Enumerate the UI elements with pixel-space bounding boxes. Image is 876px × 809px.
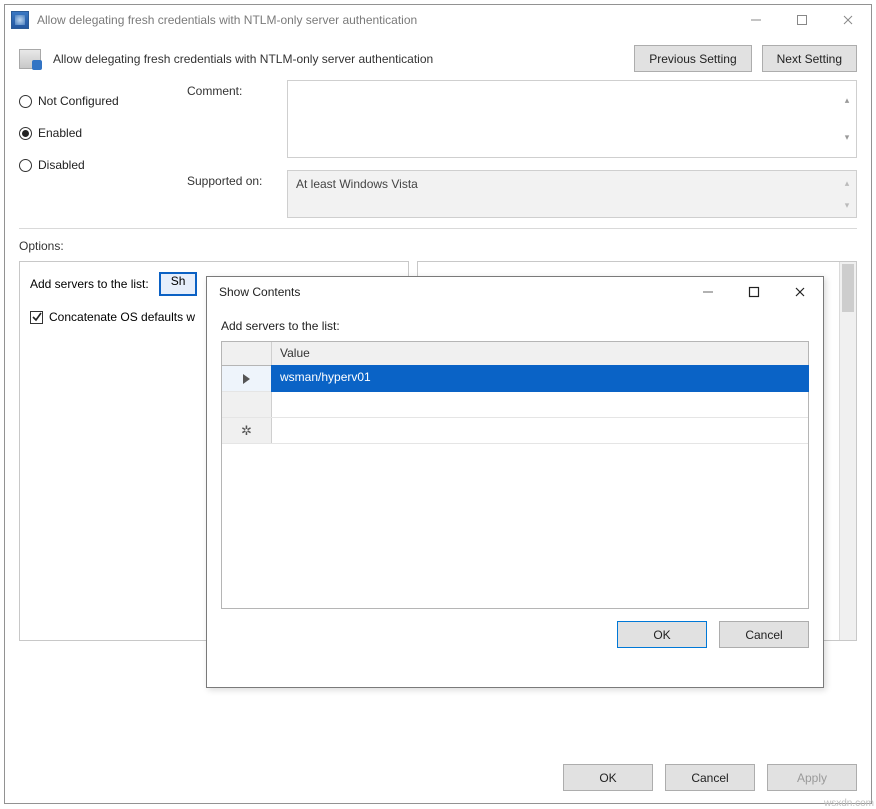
row-header-cell [222,366,272,391]
grid-row[interactable]: wsman/hyperv01 [222,366,808,392]
radio-enabled[interactable]: Enabled [19,126,177,140]
grid-cell[interactable] [272,392,808,417]
dialog-titlebar: Show Contents [207,277,823,307]
grid-cell[interactable] [272,418,808,443]
right-column: Comment: ▴▾ Supported on: At least Windo… [187,80,857,218]
grid-row[interactable] [222,392,808,418]
comment-label: Comment: [187,80,287,98]
watermark: wsxdn.com [824,798,874,809]
dialog-cancel-button[interactable]: Cancel [719,621,809,648]
dialog-close-button[interactable] [777,277,823,307]
textarea-scroll[interactable]: ▴▾ [839,82,855,156]
checkbox-icon [30,311,43,324]
radio-not-configured[interactable]: Not Configured [19,94,177,108]
apply-button[interactable]: Apply [767,764,857,791]
window-buttons [733,5,871,35]
radio-label: Enabled [38,126,82,140]
dialog-list-label: Add servers to the list: [221,319,809,333]
dialog-body: Add servers to the list: Value wsman/hyp… [207,307,823,609]
policy-file-icon [19,49,41,69]
radio-disabled[interactable]: Disabled [19,158,177,172]
grid-row[interactable]: ✲ [222,418,808,444]
dialog-footer: OK Cancel Apply [563,764,857,791]
ok-button[interactable]: OK [563,764,653,791]
divider [19,228,857,229]
supported-on-box: At least Windows Vista ▴▾ [287,170,857,218]
dialog-ok-button[interactable]: OK [617,621,707,648]
grid-corner-cell [222,342,272,365]
show-contents-dialog: Show Contents Add servers to the list: V… [206,276,824,688]
row-header-cell: ✲ [222,418,272,443]
grid-column-header[interactable]: Value [272,342,808,365]
new-row-icon: ✲ [241,423,252,439]
policy-icon [11,11,29,29]
concatenate-label: Concatenate OS defaults w [49,310,195,324]
help-scrollbar[interactable] [839,262,856,640]
radio-icon [19,127,32,140]
dialog-footer: OK Cancel [207,609,823,660]
value-grid[interactable]: Value wsman/hyperv01 ✲ [221,341,809,609]
maximize-button[interactable] [779,5,825,35]
supported-scroll: ▴▾ [839,172,855,216]
radio-label: Not Configured [38,94,119,108]
close-button[interactable] [825,5,871,35]
supported-label: Supported on: [187,170,287,188]
cancel-button[interactable]: Cancel [665,764,755,791]
config-row: Not Configured Enabled Disabled Comment:… [5,80,871,218]
radio-icon [19,159,32,172]
options-header-row: Options: [5,235,871,261]
grid-cell[interactable]: wsman/hyperv01 [272,366,808,391]
policy-header: Allow delegating fresh credentials with … [5,35,871,80]
dialog-window-buttons [685,277,823,307]
radio-icon [19,95,32,108]
minimize-button[interactable] [733,5,779,35]
supported-on-text: At least Windows Vista [296,177,418,191]
state-column: Not Configured Enabled Disabled [19,80,177,218]
window-title: Allow delegating fresh credentials with … [37,13,733,27]
titlebar: Allow delegating fresh credentials with … [5,5,871,35]
options-label: Options: [19,239,199,253]
next-setting-button[interactable]: Next Setting [762,45,857,72]
row-header-cell [222,392,272,417]
grid-header: Value [222,342,808,366]
dialog-title: Show Contents [213,285,685,299]
dialog-maximize-button[interactable] [731,277,777,307]
comment-textarea[interactable]: ▴▾ [287,80,857,158]
dialog-minimize-button[interactable] [685,277,731,307]
policy-title: Allow delegating fresh credentials with … [51,52,624,66]
current-row-icon [243,374,250,384]
previous-setting-button[interactable]: Previous Setting [634,45,751,72]
radio-label: Disabled [38,158,85,172]
add-servers-label: Add servers to the list: [30,277,149,291]
show-button[interactable]: Sh [159,272,198,296]
